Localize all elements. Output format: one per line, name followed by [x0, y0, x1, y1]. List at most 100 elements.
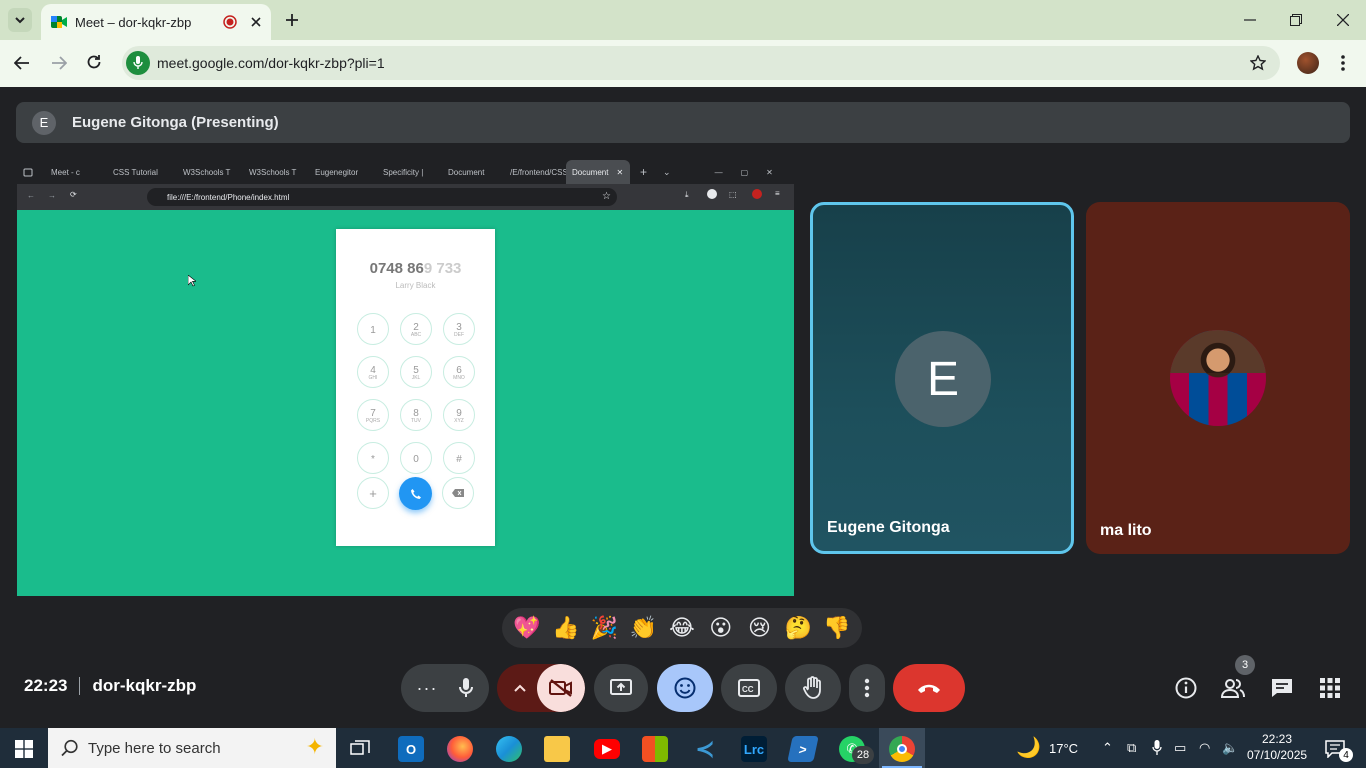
reaction-emoji[interactable]: 👍	[547, 615, 585, 641]
edge-icon[interactable]	[496, 736, 522, 762]
participant-name: ma lito	[1100, 522, 1152, 539]
reaction-emoji[interactable]: 🤔	[779, 615, 817, 641]
powershell-icon[interactable]: >	[787, 736, 819, 762]
reaction-emoji[interactable]: 💖	[508, 615, 546, 641]
dialer-key: #	[443, 442, 475, 474]
back-arrow-icon[interactable]	[14, 56, 30, 70]
dialer-key: 3 DEF	[443, 313, 475, 345]
restore-icon[interactable]	[1290, 14, 1302, 26]
volume-icon[interactable]: 🔈	[1222, 740, 1238, 756]
dialer-key-digit: *	[371, 454, 375, 465]
reload-icon[interactable]	[86, 54, 102, 70]
mic-indicator-icon	[133, 56, 143, 69]
leave-call-button[interactable]	[893, 664, 965, 712]
more-menu-icon[interactable]	[1340, 54, 1346, 72]
more-vert-icon	[864, 678, 870, 698]
dialer-key-digit: #	[456, 454, 462, 465]
participant-avatar: E	[895, 331, 991, 427]
chrome-taskbar-active[interactable]	[879, 728, 925, 768]
dialer-backspace-key	[442, 477, 474, 509]
tray-meet-icon[interactable]: ⧉	[1127, 740, 1136, 756]
youtube-icon[interactable]: ▶	[594, 739, 620, 759]
shared-record-icon	[752, 189, 762, 199]
taskbar-clock[interactable]: 22:23 07/10/2025	[1247, 731, 1307, 763]
wifi-icon[interactable]: ◠	[1199, 740, 1210, 756]
shared-url-field: file:///E:/frontend/Phone/index.html ☆	[147, 188, 617, 206]
outlook-icon[interactable]: O	[398, 736, 424, 762]
weather-temperature[interactable]: 17°C	[1049, 741, 1078, 756]
meeting-time: 22:23	[24, 676, 68, 695]
shared-tab-label: W3Schools T	[249, 167, 297, 177]
shared-tab-label: Eugenegitor	[315, 167, 359, 177]
shared-tab-label: W3Schools T	[183, 167, 231, 177]
reaction-emoji[interactable]: 👏	[624, 615, 662, 641]
shared-tab-label: Document	[448, 167, 485, 177]
task-view-icon[interactable]	[347, 736, 373, 762]
shared-new-tab-icon: +	[640, 165, 648, 179]
browser-tab-meet[interactable]: Meet – dor-kqkr-zbp	[41, 4, 271, 40]
camera-options-chevron-icon[interactable]	[514, 684, 526, 692]
shared-browser-tab: Meet - c	[45, 160, 107, 184]
raise-hand-button[interactable]	[785, 664, 841, 712]
new-tab-icon[interactable]	[285, 13, 299, 27]
recording-indicator-icon	[223, 15, 237, 29]
audio-control-group: ···	[401, 664, 489, 712]
microsoft-store-icon[interactable]	[642, 736, 668, 762]
present-screen-button[interactable]	[594, 664, 648, 712]
svg-text:CC: CC	[742, 685, 754, 694]
tray-microphone-icon[interactable]	[1152, 740, 1162, 756]
tray-chevron-icon[interactable]: ⌃	[1102, 740, 1113, 756]
windows-start-icon[interactable]	[15, 740, 33, 758]
chevron-down-icon	[15, 17, 25, 24]
shared-star-icon: ☆	[602, 191, 611, 202]
reactions-button[interactable]	[657, 664, 713, 712]
file-explorer-icon[interactable]	[544, 736, 570, 762]
battery-icon[interactable]: ▭	[1174, 740, 1186, 756]
meeting-code: dor-kqkr-zbp	[92, 676, 197, 695]
reaction-emoji[interactable]: 😢	[741, 615, 779, 641]
dialer-key: 2 ABC	[400, 313, 432, 345]
firefox-icon[interactable]	[447, 736, 473, 762]
chrome-icon	[889, 736, 915, 762]
participant-tile-malito[interactable]: ma lito	[1086, 202, 1350, 554]
dialer-key-letters: PQRS	[365, 418, 381, 424]
taskbar-search-box[interactable]: Type here to search ✦	[48, 728, 336, 768]
end-call-icon	[918, 684, 940, 693]
chat-icon[interactable]	[1271, 678, 1293, 698]
minimize-icon[interactable]	[1244, 14, 1256, 26]
close-tab-icon[interactable]	[251, 17, 261, 27]
bookmark-star-icon[interactable]	[1250, 55, 1266, 71]
tab-search-button[interactable]	[8, 8, 32, 32]
profile-avatar[interactable]	[1297, 52, 1319, 74]
whatsapp-badge: 28	[852, 746, 874, 764]
audio-settings-dots-icon[interactable]: ···	[417, 678, 438, 699]
microphone-icon[interactable]	[459, 678, 474, 698]
reaction-emoji[interactable]: 🎉	[586, 615, 624, 641]
vscode-icon[interactable]: ≺	[692, 736, 718, 763]
site-info-button[interactable]	[126, 51, 150, 75]
more-options-button[interactable]	[849, 664, 885, 712]
meeting-info-icon[interactable]	[1175, 677, 1197, 699]
dialer-key: *	[357, 442, 389, 474]
dialer-key: 4 GHI	[357, 356, 389, 388]
shared-restore-icon: ▢	[740, 167, 749, 177]
dialer-key: 0	[400, 442, 432, 474]
reaction-emoji[interactable]: 😮	[702, 615, 740, 641]
camera-off-button[interactable]	[537, 664, 585, 712]
captions-button[interactable]: CC	[721, 664, 777, 712]
close-window-icon[interactable]	[1337, 14, 1349, 26]
reaction-emoji[interactable]: 😂	[663, 615, 701, 641]
camera-control-group	[497, 664, 585, 712]
dialer-call-button	[399, 477, 432, 510]
participant-tile-eugene[interactable]: E Eugene Gitonga	[810, 202, 1074, 554]
dialer-key: 7 PQRS	[357, 399, 389, 431]
dialer-key-letters: ABC	[410, 332, 422, 338]
people-button[interactable]	[1220, 678, 1246, 698]
lightroom-classic-icon[interactable]: Lrc	[741, 736, 767, 762]
url-bar[interactable]: meet.google.com/dor-kqkr-zbp?pli=1	[122, 46, 1280, 80]
dialer-key: 8 TUV	[400, 399, 432, 431]
reaction-emoji[interactable]: 👎	[818, 615, 856, 641]
activities-grid-icon[interactable]	[1320, 678, 1340, 698]
forward-arrow-icon[interactable]	[51, 56, 67, 70]
notification-count: 4	[1339, 748, 1353, 762]
